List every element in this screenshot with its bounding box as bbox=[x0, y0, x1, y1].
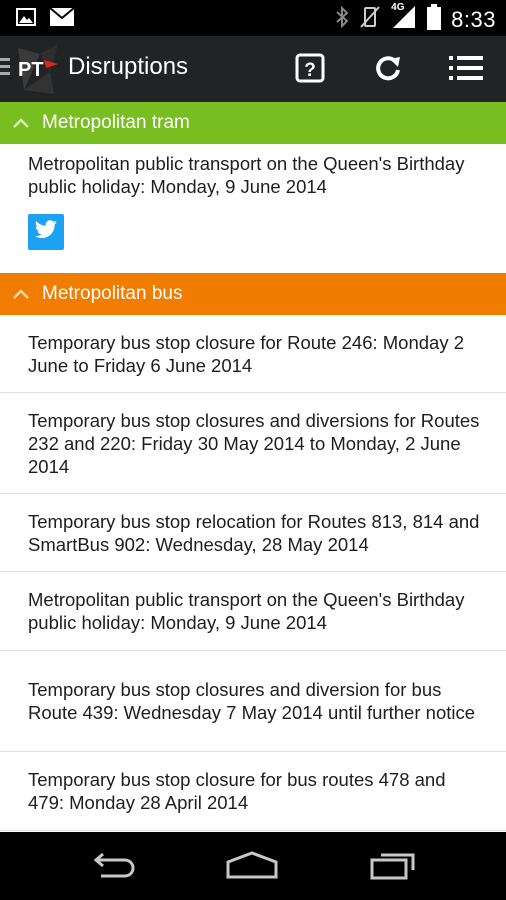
list-item[interactable]: Metropolitan public transport on the Que… bbox=[0, 572, 506, 651]
clock: 8:33 bbox=[451, 6, 496, 32]
network-type-label: 4G bbox=[391, 2, 405, 13]
list-item[interactable]: Temporary bus stop closures and diversio… bbox=[0, 393, 506, 494]
back-button[interactable] bbox=[82, 850, 142, 884]
list-item[interactable]: Temporary bus stop closures and diversio… bbox=[0, 651, 506, 752]
page-title: Disruptions bbox=[68, 53, 189, 80]
recent-apps-button[interactable] bbox=[364, 850, 424, 884]
status-bar: 4G 8:33 bbox=[0, 0, 506, 36]
refresh-button[interactable] bbox=[366, 48, 410, 92]
action-bar: PT Disruptions ? bbox=[0, 36, 506, 102]
disruption-text: Temporary bus stop closure for Route 246… bbox=[28, 331, 465, 376]
home-button[interactable] bbox=[222, 850, 282, 884]
section-title: Metropolitan tram bbox=[42, 112, 190, 133]
logo-text: PT bbox=[18, 59, 44, 81]
disruption-text: Temporary bus stop closure for bus route… bbox=[28, 769, 446, 813]
disruption-text: Metropolitan public transport on the Que… bbox=[28, 153, 465, 197]
section-header-bus[interactable]: Metropolitan bus bbox=[0, 273, 506, 315]
list-item[interactable]: Temporary bus stop relocation for Routes… bbox=[0, 494, 506, 572]
battery-icon bbox=[427, 4, 442, 35]
app-logo[interactable]: PT bbox=[14, 42, 64, 96]
section-header-tram[interactable]: Metropolitan tram bbox=[0, 102, 506, 144]
list-button[interactable] bbox=[444, 48, 488, 92]
list-item[interactable]: Temporary bus stop closure for bus route… bbox=[0, 752, 506, 831]
disruption-text: Temporary bus stop closures and diversio… bbox=[28, 679, 476, 723]
vibrate-off-icon bbox=[359, 5, 381, 34]
list-icon bbox=[449, 54, 483, 87]
disruptions-list[interactable]: Metropolitan tram Metropolitan public tr… bbox=[0, 102, 506, 832]
recent-apps-icon bbox=[369, 850, 419, 885]
disruption-text: Temporary bus stop relocation for Routes… bbox=[28, 510, 480, 555]
back-icon bbox=[87, 852, 137, 883]
signal-icon: 4G bbox=[391, 2, 417, 35]
section-title: Metropolitan bus bbox=[42, 283, 183, 304]
list-item[interactable]: Metropolitan public transport on the Que… bbox=[0, 144, 506, 273]
email-icon bbox=[49, 7, 75, 31]
svg-text:?: ? bbox=[304, 60, 316, 81]
help-button[interactable]: ? bbox=[288, 48, 332, 92]
list-item[interactable]: Temporary bus stop closure for Route 246… bbox=[0, 315, 506, 393]
refresh-icon bbox=[373, 53, 403, 88]
navigation-bar bbox=[0, 832, 506, 900]
image-icon bbox=[16, 8, 36, 31]
disruption-text: Metropolitan public transport on the Que… bbox=[28, 589, 465, 633]
help-icon: ? bbox=[295, 53, 325, 88]
bluetooth-icon bbox=[335, 5, 349, 34]
bus-disruptions: Temporary bus stop closure for Route 246… bbox=[0, 315, 506, 831]
disruption-text: Temporary bus stop closures and diversio… bbox=[28, 409, 480, 477]
chevron-up-icon bbox=[0, 117, 42, 129]
twitter-share-button[interactable] bbox=[28, 214, 64, 250]
drawer-indicator-icon[interactable] bbox=[0, 58, 10, 79]
twitter-icon bbox=[34, 219, 58, 245]
chevron-up-icon bbox=[0, 288, 42, 300]
home-icon bbox=[224, 850, 280, 885]
